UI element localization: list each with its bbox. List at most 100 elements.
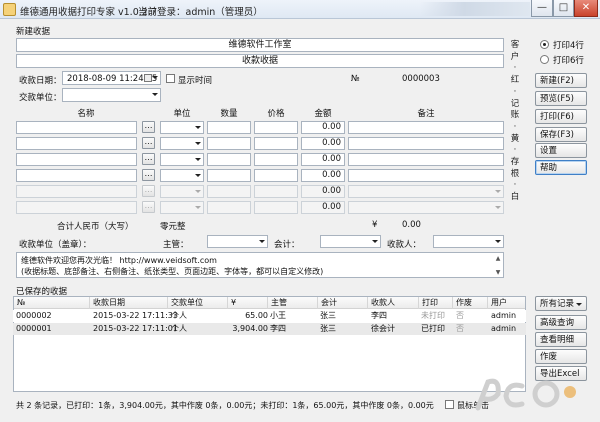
more-button[interactable]: … (142, 137, 155, 149)
th-void[interactable]: 作废 (453, 297, 488, 309)
doc-title-field[interactable]: 收款收据 (16, 54, 504, 68)
remark-field[interactable] (348, 121, 504, 134)
preview-button[interactable]: 预览(F5) (535, 91, 587, 106)
item-name-field[interactable] (16, 137, 137, 150)
receipt-no-value: 0000003 (402, 74, 440, 84)
supervisor-select[interactable] (207, 235, 268, 248)
qty-field (207, 201, 251, 214)
th-no[interactable]: № (14, 297, 90, 309)
print-button[interactable]: 打印(F6) (535, 109, 587, 124)
settings-button[interactable]: 设置 (535, 143, 587, 158)
side-char: · (513, 86, 517, 97)
price-field[interactable] (254, 169, 298, 182)
close-button[interactable]: ✕ (574, 0, 598, 17)
price-field (254, 185, 298, 198)
col-qty: 数量 (220, 109, 238, 119)
unit-select[interactable] (160, 153, 204, 166)
cell-printed: 未打印 (421, 311, 445, 320)
unit-select[interactable] (160, 169, 204, 182)
print4-radio[interactable] (540, 40, 549, 49)
more-button: … (142, 201, 155, 213)
scroll-arrows[interactable]: ▲ ▼ (495, 255, 501, 276)
amount-field[interactable]: 0.00 (301, 137, 345, 150)
qty-field[interactable] (207, 137, 251, 150)
total-cn-label: 合计人民币（大写） (57, 222, 134, 232)
cell-user: admin (491, 324, 517, 333)
minimize-button[interactable]: — (531, 0, 553, 17)
dblclick-checkbox[interactable] (445, 400, 454, 409)
th-receiver[interactable]: 收款人 (368, 297, 419, 309)
more-button[interactable]: … (142, 153, 155, 165)
maximize-button[interactable]: □ (553, 0, 574, 17)
receiver-select[interactable] (433, 235, 504, 248)
side-char: · (513, 180, 517, 191)
filter-dropdown[interactable]: 所有记录 (535, 296, 587, 311)
qty-field[interactable] (207, 153, 251, 166)
cell-supervisor: 李四 (270, 324, 286, 333)
status-summary: 共 2 条记录，已打印：1条，3,904.00元，其中作废 0条，0.00元；未… (16, 401, 434, 410)
title-background (420, 2, 530, 16)
cell-receiver: 徐会计 (371, 324, 395, 333)
th-supervisor[interactable]: 主管 (268, 297, 318, 309)
cell-void: 否 (456, 324, 464, 333)
price-field[interactable] (254, 121, 298, 134)
th-payer[interactable]: 交款单位 (168, 297, 228, 309)
view-details-button[interactable]: 查看明细 (535, 332, 587, 347)
qty-field (207, 185, 251, 198)
more-button[interactable]: … (142, 121, 155, 133)
save-button[interactable]: 保存(F3) (535, 127, 587, 142)
remark-field[interactable] (348, 153, 504, 166)
th-accountant[interactable]: 会计 (318, 297, 368, 309)
accountant-select[interactable] (320, 235, 381, 248)
qty-field[interactable] (207, 121, 251, 134)
chevron-down-icon (495, 240, 501, 243)
help-button[interactable]: 帮助 (535, 160, 587, 175)
amount-field[interactable]: 0.00 (301, 169, 345, 182)
unit-select[interactable] (160, 137, 204, 150)
item-name-field[interactable] (16, 153, 137, 166)
col-name: 名称 (77, 109, 95, 119)
item-name-field (16, 201, 137, 214)
accountant-label: 会计： (274, 240, 300, 250)
cell-accountant: 张三 (320, 324, 336, 333)
col-amount: 金额 (314, 109, 332, 119)
print4-label: 打印4行 (553, 41, 584, 51)
payer-label: 交款单位： (19, 93, 62, 103)
more-button[interactable]: … (142, 169, 155, 181)
note-textarea[interactable]: 维德软件欢迎您再次光临！ http://www.veidsoft.com (收据… (16, 252, 504, 278)
advanced-search-button[interactable]: 高级查询 (535, 315, 587, 330)
price-field (254, 201, 298, 214)
table-row[interactable]: 0000001 2015-03-22 17:11:01 个人 3,904.00 … (13, 323, 526, 335)
item-name-field[interactable] (16, 169, 137, 182)
chevron-down-icon (372, 240, 378, 243)
th-amount[interactable]: ¥ (228, 297, 268, 309)
company-field[interactable]: 维德软件工作室 (16, 38, 504, 52)
amount-field[interactable]: 0.00 (301, 121, 345, 134)
col-unit: 单位 (173, 109, 191, 119)
remark-field[interactable] (348, 169, 504, 182)
th-printed[interactable]: 打印 (419, 297, 453, 309)
unit-select[interactable] (160, 121, 204, 134)
qty-field[interactable] (207, 169, 251, 182)
th-user[interactable]: 用户 (488, 297, 525, 309)
cell-date: 2015-03-22 17:11:33 (93, 311, 178, 320)
remark-select (348, 201, 504, 214)
price-field[interactable] (254, 137, 298, 150)
window-title: 维德通用收据打印专家 v1.0.2.7 (20, 7, 157, 18)
payer-select[interactable] (62, 88, 161, 102)
chevron-down-icon (495, 206, 501, 209)
price-field[interactable] (254, 153, 298, 166)
remark-field[interactable] (348, 137, 504, 150)
new-button[interactable]: 新建(F2) (535, 73, 587, 88)
cell-printed: 已打印 (421, 324, 445, 333)
total-value: 0.00 (402, 220, 421, 230)
item-name-field[interactable] (16, 121, 137, 134)
date-picker[interactable]: 2018-08-09 11:24:05 (62, 71, 161, 85)
table-row[interactable]: 0000002 2015-03-22 17:11:33 个人 65.00 小王 … (13, 310, 526, 322)
show-time-checkbox[interactable] (166, 74, 175, 83)
th-date[interactable]: 收款日期 (90, 297, 168, 309)
side-char: 根 (510, 168, 520, 179)
amount-field[interactable]: 0.00 (301, 153, 345, 166)
cell-payer: 个人 (171, 324, 187, 333)
print6-radio[interactable] (540, 55, 549, 64)
